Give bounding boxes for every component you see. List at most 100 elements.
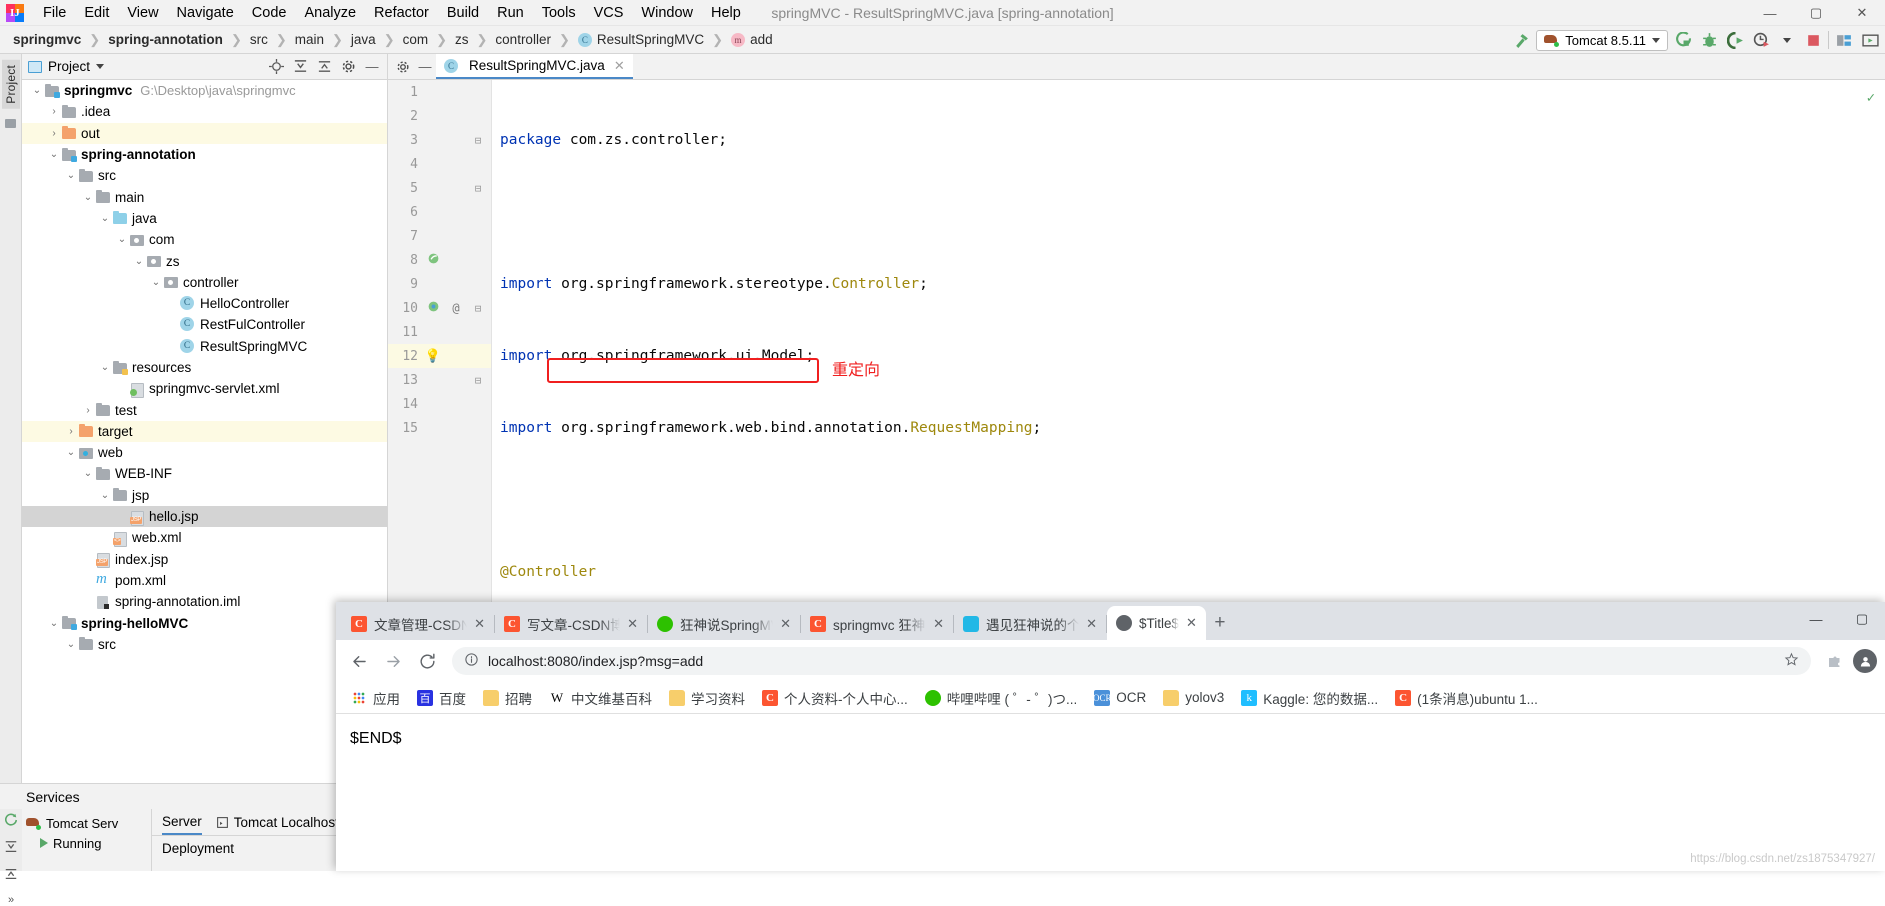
- menu-window[interactable]: Window: [632, 2, 702, 24]
- tree-node-resultspringmvc[interactable]: ResultSpringMVC: [22, 336, 387, 357]
- run-configuration-selector[interactable]: Tomcat 8.5.11: [1536, 29, 1668, 51]
- tree-node-hellocontroller[interactable]: HelloController: [22, 293, 387, 314]
- close-icon[interactable]: ✕: [1186, 615, 1197, 631]
- browser-tab-3[interactable]: 狂神说SpringMVC ✕: [648, 608, 800, 640]
- tree-node-spring-hellomvc[interactable]: ⌄ spring-helloMVC: [22, 612, 387, 633]
- menu-view[interactable]: View: [118, 2, 167, 24]
- chevron-down-icon[interactable]: ⌄: [98, 362, 112, 373]
- run-with-coverage-icon[interactable]: [1724, 29, 1746, 51]
- breadcrumb-controller[interactable]: controller: [492, 31, 554, 48]
- tree-node-zs[interactable]: ⌄ zs: [22, 250, 387, 271]
- chevron-down-icon[interactable]: ⌄: [64, 170, 78, 181]
- tab-server[interactable]: Server: [162, 809, 202, 835]
- menu-code[interactable]: Code: [243, 2, 296, 24]
- browser-tab-4[interactable]: Cspringmvc 狂神说 ✕: [801, 608, 953, 640]
- browser-tab-2[interactable]: C 写文章-CSDN博客 ✕: [495, 608, 647, 640]
- minimize-button[interactable]: —: [1747, 6, 1793, 21]
- browser-tab-6[interactable]: $Title$ ✕: [1107, 606, 1206, 640]
- menu-analyze[interactable]: Analyze: [295, 2, 365, 24]
- menu-refactor[interactable]: Refactor: [365, 2, 438, 24]
- gutter-line-1[interactable]: 1: [388, 80, 491, 104]
- tool-button-project[interactable]: Project: [1, 60, 20, 109]
- gutter-line-3[interactable]: 3 ⊟: [388, 128, 491, 152]
- breadcrumb-src[interactable]: src: [247, 31, 271, 48]
- tree-node-out[interactable]: › out: [22, 122, 387, 144]
- site-info-icon[interactable]: [464, 652, 479, 670]
- fold-toggle-icon[interactable]: ⊟: [468, 302, 488, 315]
- chevron-down-icon[interactable]: ⌄: [98, 490, 112, 501]
- bookmark-item-7[interactable]: 哔哩哔哩 ( ゜- ゜)つ...: [918, 685, 1085, 711]
- more-icon[interactable]: »: [8, 894, 14, 906]
- chevron-down-icon[interactable]: ⌄: [64, 639, 78, 650]
- menu-run[interactable]: Run: [488, 2, 533, 24]
- menu-edit[interactable]: Edit: [75, 2, 118, 24]
- gutter-line-9[interactable]: 9: [388, 272, 491, 296]
- gutter-line-4[interactable]: 4: [388, 152, 491, 176]
- bookmark-item-10[interactable]: k Kaggle: 您的数据...: [1234, 685, 1385, 711]
- close-icon[interactable]: ✕: [780, 616, 791, 632]
- gutter-line-11[interactable]: 11: [388, 320, 491, 344]
- close-icon[interactable]: ✕: [474, 616, 485, 632]
- chevron-down-icon[interactable]: ⌄: [47, 618, 61, 629]
- close-icon[interactable]: ✕: [614, 58, 625, 74]
- chevron-down-icon[interactable]: ⌄: [149, 277, 163, 288]
- tree-node-web[interactable]: ⌄ web: [22, 442, 387, 463]
- address-bar[interactable]: localhost:8080/index.jsp?msg=add: [452, 647, 1811, 675]
- gutter-line-14[interactable]: 14: [388, 392, 491, 416]
- gutter-line-5[interactable]: 5 ⊟: [388, 176, 491, 200]
- editor-tab-resultspringmvc[interactable]: C ResultSpringMVC.java ✕: [436, 54, 633, 79]
- url-text[interactable]: localhost:8080/index.jsp?msg=add: [488, 653, 1775, 669]
- bookmark-item-6[interactable]: C 个人资料-个人中心...: [755, 685, 915, 711]
- tree-node-java[interactable]: ⌄ java: [22, 208, 387, 229]
- tree-node-test[interactable]: › test: [22, 399, 387, 420]
- tree-node-resources[interactable]: ⌄ resources: [22, 357, 387, 378]
- menu-file[interactable]: File: [34, 2, 75, 24]
- hide-icon[interactable]: —: [363, 58, 381, 76]
- tree-node-web-inf[interactable]: ⌄ WEB-INF: [22, 463, 387, 484]
- menu-build[interactable]: Build: [438, 2, 488, 24]
- chevron-down-icon[interactable]: [96, 64, 105, 69]
- tree-node-main[interactable]: ⌄ main: [22, 186, 387, 207]
- tree-node-index-jsp[interactable]: JSP index.jsp: [22, 549, 387, 570]
- gutter-marker[interactable]: 💡: [422, 349, 444, 364]
- presentation-icon[interactable]: [1859, 29, 1881, 51]
- chevron-down-icon[interactable]: ⌄: [81, 192, 95, 203]
- bookmark-star-icon[interactable]: [1784, 652, 1799, 671]
- back-arrow-icon[interactable]: [344, 646, 374, 676]
- tree-node-target[interactable]: › target: [22, 420, 387, 443]
- breadcrumb-method[interactable]: m add: [728, 31, 776, 48]
- expand-all-icon[interactable]: [4, 840, 18, 857]
- browser-minimize-button[interactable]: —: [1793, 612, 1839, 627]
- chevron-down-icon[interactable]: ⌄: [115, 234, 129, 245]
- run-icon[interactable]: [1672, 29, 1694, 51]
- tree-node-spring-annotation[interactable]: ⌄ spring-annotation: [22, 144, 387, 165]
- close-icon[interactable]: ✕: [627, 616, 638, 632]
- fold-toggle-icon[interactable]: ⊟: [468, 182, 488, 195]
- menu-navigate[interactable]: Navigate: [168, 2, 243, 24]
- project-structure-icon[interactable]: [1833, 29, 1855, 51]
- gutter-line-13[interactable]: 13 ⊟: [388, 368, 491, 392]
- tree-node-src[interactable]: ⌄ src: [22, 165, 387, 186]
- new-tab-button[interactable]: +: [1206, 609, 1234, 637]
- settings-icon[interactable]: [392, 56, 414, 78]
- bookmark-item-8[interactable]: OCR OCR: [1087, 687, 1153, 709]
- close-icon[interactable]: ✕: [933, 616, 944, 632]
- tree-node-src[interactable]: ⌄ src: [22, 634, 387, 655]
- project-tree[interactable]: ⌄ springmvc G:\Desktop\java\springmvc › .ide…: [22, 80, 387, 871]
- tree-node-idea[interactable]: › .idea: [22, 101, 387, 122]
- close-button[interactable]: ✕: [1839, 5, 1885, 21]
- gutter-line-8[interactable]: 8: [388, 248, 491, 272]
- tree-node-hello-jsp[interactable]: JSP hello.jsp: [22, 505, 387, 528]
- collapse-all-icon[interactable]: [315, 58, 333, 76]
- profile-avatar-icon[interactable]: [1853, 649, 1877, 673]
- chevron-right-icon[interactable]: ›: [64, 426, 78, 437]
- fold-toggle-icon[interactable]: ⊟: [468, 374, 488, 387]
- hide-editor-icon[interactable]: —: [414, 56, 436, 78]
- bookmark-item-3[interactable]: 招聘: [476, 685, 539, 711]
- gutter-line-6[interactable]: 6: [388, 200, 491, 224]
- collapse-all-icon[interactable]: [4, 867, 18, 884]
- gutter-line-10[interactable]: 10 @ ⊟: [388, 296, 491, 320]
- tree-node-springmvc[interactable]: ⌄ springmvc G:\Desktop\java\springmvc: [22, 80, 387, 101]
- breadcrumb-java[interactable]: java: [348, 31, 379, 48]
- breadcrumb-main[interactable]: main: [292, 31, 327, 48]
